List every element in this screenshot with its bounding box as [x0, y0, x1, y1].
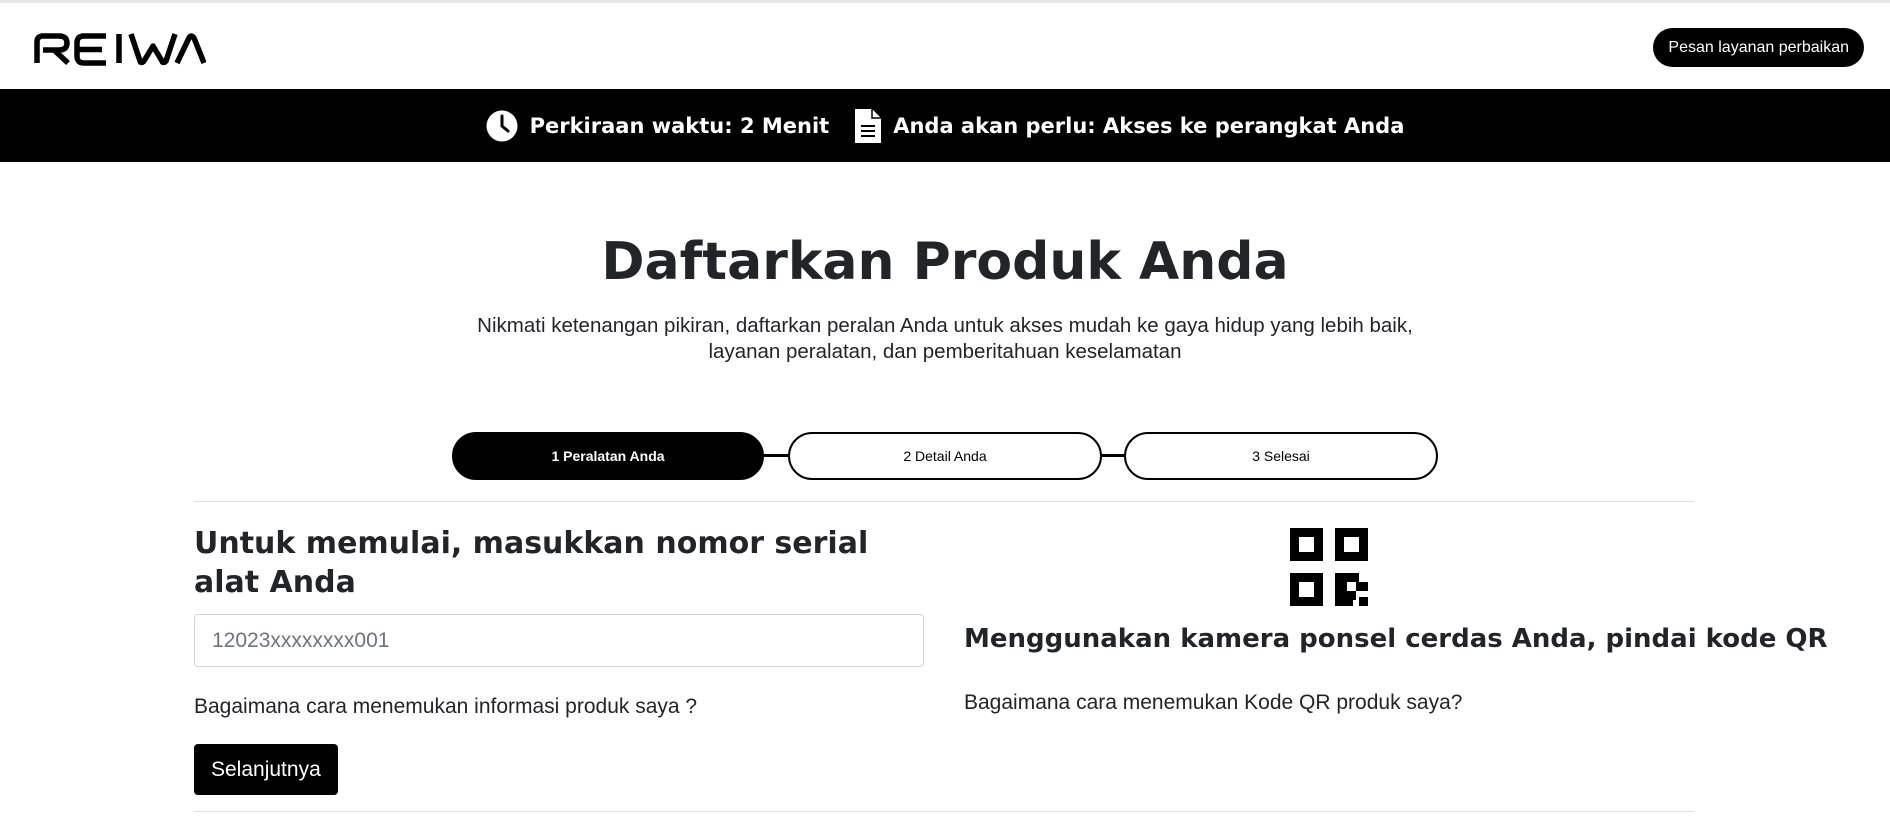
serial-number-section: Untuk memulai, masukkan nomor serial ala…	[194, 524, 924, 795]
qr-heading: Menggunakan kamera ponsel cerdas Anda, p…	[964, 624, 1828, 654]
step-connector	[1100, 454, 1126, 457]
page-title: Daftarkan Produk Anda	[601, 232, 1289, 292]
need-value: Akses ke perangkat Anda	[1102, 113, 1405, 138]
section-divider-bottom	[194, 811, 1694, 812]
step-your-appliance[interactable]: 1 Peralatan Anda	[452, 432, 764, 480]
brand-logo[interactable]	[34, 32, 206, 66]
page-subtitle: Nikmati ketenangan pikiran, daftarkan pe…	[445, 313, 1445, 365]
step-connector	[762, 454, 790, 457]
subtitle-line-1: Nikmati ketenangan pikiran, daftarkan pe…	[477, 314, 1413, 337]
book-repair-button[interactable]: Pesan layanan perbaikan	[1653, 28, 1864, 67]
reiwa-logo-icon	[34, 33, 206, 66]
step-your-details[interactable]: 2 Detail Anda	[788, 432, 1102, 480]
registration-stepper: 1 Peralatan Anda 2 Detail Anda 3 Selesai	[452, 430, 1438, 482]
next-button[interactable]: Selanjutnya	[194, 744, 338, 795]
subtitle-line-2: layanan peralatan, dan pemberitahuan kes…	[708, 340, 1182, 363]
info-bar: Perkiraan waktu: 2 Menit Anda akan perlu…	[0, 89, 1890, 162]
requirements: Anda akan perlu: Akses ke perangkat Anda	[855, 108, 1405, 143]
serial-heading: Untuk memulai, masukkan nomor serial ala…	[194, 526, 869, 600]
serial-number-input[interactable]	[194, 614, 924, 667]
site-header: Pesan layanan perbaikan	[0, 3, 1890, 89]
find-product-info-link[interactable]: Bagaimana cara menemukan informasi produ…	[194, 694, 924, 720]
need-label: Anda akan perlu:	[893, 113, 1096, 138]
step-finish[interactable]: 3 Selesai	[1124, 432, 1438, 480]
estimated-time: Perkiraan waktu: 2 Menit	[486, 110, 830, 142]
time-value: 2 Menit	[739, 113, 830, 138]
find-qr-code-link[interactable]: Bagaimana cara menemukan Kode QR produk …	[964, 690, 1462, 716]
document-icon	[855, 108, 882, 143]
time-label: Perkiraan waktu:	[529, 113, 733, 138]
qr-code-icon	[1290, 528, 1368, 606]
section-divider-top	[194, 501, 1694, 502]
clock-icon	[486, 110, 518, 142]
